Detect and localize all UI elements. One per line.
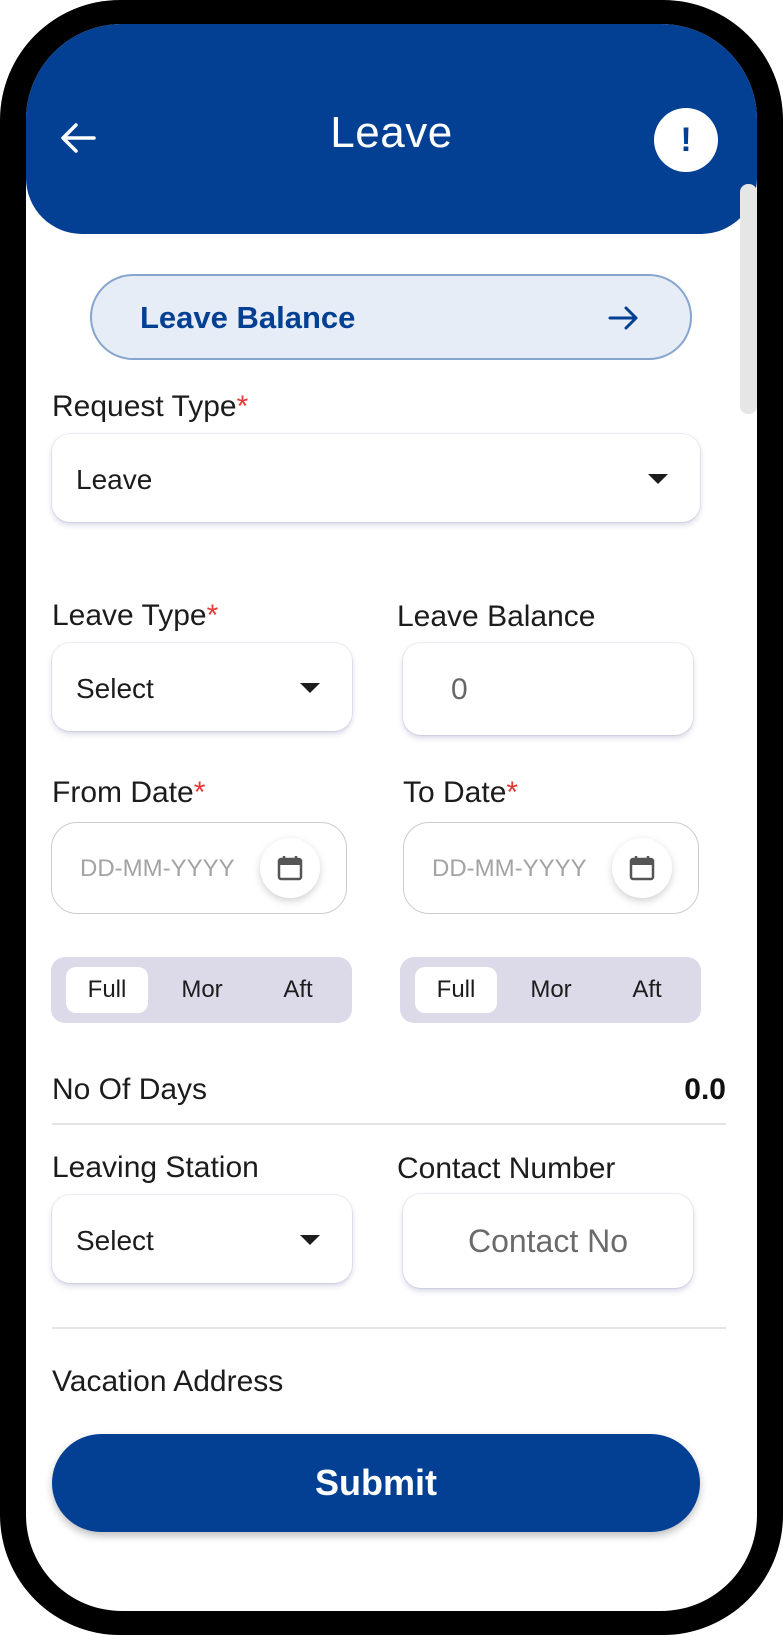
- from-session-segmented: Full Mor Aft: [51, 957, 352, 1023]
- from-session-afternoon[interactable]: Aft: [257, 967, 339, 1013]
- leave-balance-button-label: Leave Balance: [140, 300, 356, 335]
- device-frame: Leave ! Leave Balance Request Type* Leav…: [0, 0, 783, 1635]
- from-session-full[interactable]: Full: [66, 967, 148, 1013]
- to-session-segmented: Full Mor Aft: [400, 957, 701, 1023]
- page-title: Leave: [330, 108, 453, 157]
- vacation-address-label: Vacation Address: [52, 1365, 284, 1398]
- scrollbar[interactable]: [740, 184, 757, 414]
- to-session-morning[interactable]: Mor: [510, 967, 592, 1013]
- leave-type-dropdown[interactable]: Select: [52, 643, 352, 731]
- required-mark: *: [506, 776, 519, 809]
- to-date-placeholder: DD-MM-YYYY: [432, 855, 587, 882]
- required-mark: *: [236, 390, 249, 423]
- required-mark: *: [206, 599, 219, 632]
- required-mark: *: [193, 776, 206, 809]
- to-date-calendar-button[interactable]: [612, 838, 672, 898]
- from-date-input[interactable]: DD-MM-YYYY: [51, 822, 347, 914]
- from-date-placeholder: DD-MM-YYYY: [80, 855, 235, 882]
- to-session-afternoon[interactable]: Aft: [606, 967, 688, 1013]
- leave-balance-value: 0: [451, 673, 468, 706]
- app-screen: Leave ! Leave Balance Request Type* Leav…: [26, 24, 757, 1611]
- divider: [52, 1123, 726, 1125]
- no-of-days-label: No Of Days: [52, 1073, 208, 1106]
- calendar-icon: [629, 856, 655, 881]
- to-session-full[interactable]: Full: [415, 967, 497, 1013]
- dropdown-caret-icon: [300, 1235, 320, 1245]
- leaving-station-value: Select: [76, 1225, 154, 1256]
- submit-button[interactable]: Submit: [52, 1434, 700, 1532]
- dropdown-caret-icon: [300, 683, 320, 693]
- request-type-label: Request Type*: [52, 390, 249, 423]
- dropdown-caret-icon: [648, 474, 668, 484]
- contact-number-label: Contact Number: [397, 1152, 616, 1185]
- request-type-dropdown[interactable]: Leave: [52, 434, 700, 522]
- calendar-icon: [277, 856, 303, 881]
- info-button[interactable]: !: [654, 108, 718, 172]
- leave-balance-field: 0: [403, 643, 693, 735]
- divider: [52, 1327, 726, 1329]
- leaving-station-label: Leaving Station: [52, 1151, 259, 1184]
- from-date-label: From Date*: [52, 776, 206, 809]
- leaving-station-dropdown[interactable]: Select: [52, 1195, 352, 1283]
- info-icon: !: [680, 121, 692, 159]
- leave-type-label: Leave Type*: [52, 599, 219, 632]
- from-date-calendar-button[interactable]: [260, 838, 320, 898]
- arrow-right-icon: [608, 306, 638, 330]
- leave-balance-label: Leave Balance: [397, 600, 596, 633]
- from-session-morning[interactable]: Mor: [161, 967, 243, 1013]
- no-of-days-value: 0.0: [684, 1073, 726, 1106]
- to-date-input[interactable]: DD-MM-YYYY: [403, 822, 699, 914]
- contact-number-input[interactable]: [403, 1194, 693, 1288]
- leave-type-value: Select: [76, 673, 154, 704]
- to-date-label: To Date*: [403, 776, 519, 809]
- request-type-value: Leave: [76, 464, 153, 495]
- app-header: Leave !: [26, 24, 757, 234]
- leave-balance-button[interactable]: Leave Balance: [90, 274, 692, 360]
